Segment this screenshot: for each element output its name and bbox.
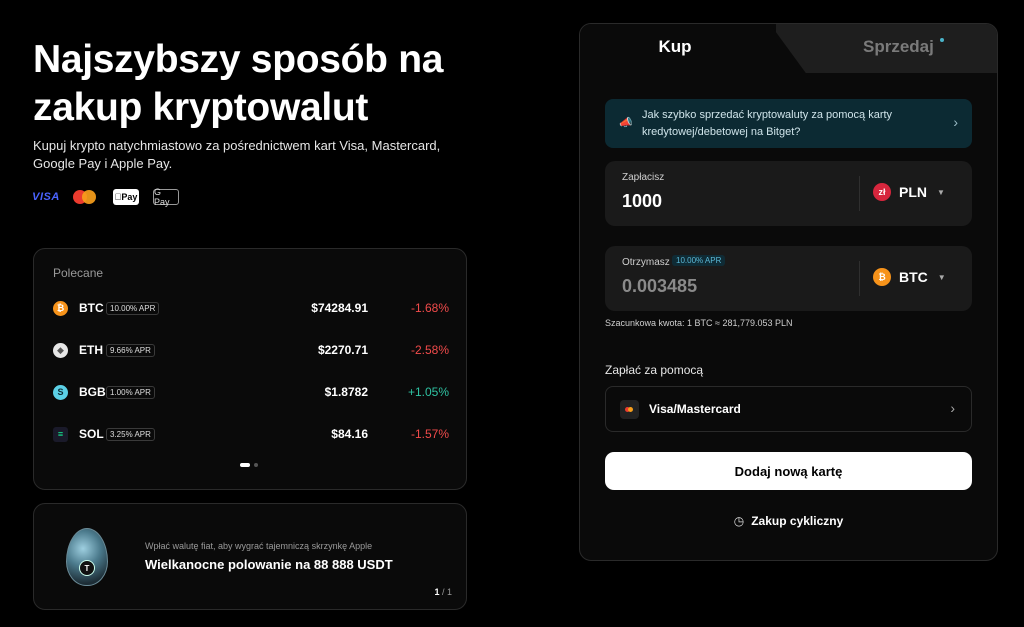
chevron-right-icon: › xyxy=(953,114,958,130)
apr-badge: 3.25% APR xyxy=(106,427,155,441)
coin-symbol: BTC xyxy=(79,301,104,315)
page-title: Najszybszy sposób na zakup kryptowalut xyxy=(33,38,444,129)
megaphone-icon: 📣 xyxy=(619,117,633,129)
tab-buy[interactable]: Kup xyxy=(580,37,770,57)
apr-badge: 10.00% APR xyxy=(106,301,160,315)
coin-row-eth[interactable]: ◆ ETH 9.66% APR $2270.71 -2.58% xyxy=(53,340,449,360)
trade-panel: Kup Sprzedaj 📣 Jak szybko sprzedać krypt… xyxy=(579,23,998,561)
coin-symbol: SOL xyxy=(79,427,104,441)
coin-symbol: BGB xyxy=(79,385,106,399)
currency-name: BTC xyxy=(899,269,928,285)
bitget-logo-icon: T xyxy=(79,560,95,576)
coin-price: $84.16 xyxy=(331,427,368,441)
recurring-buy-link[interactable]: ◷ Zakup cykliczny xyxy=(605,514,972,528)
easter-egg-image xyxy=(66,528,108,586)
promo-pagination: 1 / 1 xyxy=(434,587,452,597)
bitcoin-icon: ₿ xyxy=(873,268,891,286)
receive-currency-select[interactable]: ₿ BTC ▼ xyxy=(873,268,946,286)
payment-method-select[interactable]: Visa/Mastercard › xyxy=(605,386,972,432)
coin-row-sol[interactable]: ≡ SOL 3.25% APR $84.16 -1.57% xyxy=(53,424,449,444)
bitcoin-icon: ₿ xyxy=(53,300,68,316)
caret-down-icon: ▼ xyxy=(937,187,945,197)
pay-currency-select[interactable]: zł PLN ▼ xyxy=(873,183,945,201)
receive-label: Otrzymasz xyxy=(622,257,670,268)
recurring-label: Zakup cykliczny xyxy=(751,514,844,528)
carousel-dot[interactable] xyxy=(240,463,250,467)
promo-card[interactable]: T Wpłać walutę fiat, aby wygrać tajemnic… xyxy=(33,503,467,610)
promo-title: Wielkanocne polowanie na 88 888 USDT xyxy=(145,557,393,572)
apr-badge: 9.66% APR xyxy=(106,343,155,357)
new-indicator-dot xyxy=(940,38,944,42)
payment-method-name: Visa/Mastercard xyxy=(649,402,741,416)
coin-row-bgb[interactable]: S BGB 1.00% APR $1.8782 +1.05% xyxy=(53,382,449,402)
featured-card: Polecane ₿ BTC 10.00% APR $74284.91 -1.6… xyxy=(33,248,467,490)
receive-amount-input[interactable]: 0.003485 xyxy=(622,276,697,297)
promo-subtitle: Wpłać walutę fiat, aby wygrać tajemniczą… xyxy=(145,541,373,551)
coin-change: -2.58% xyxy=(410,343,449,357)
divider xyxy=(859,176,860,211)
caret-down-icon: ▼ xyxy=(937,272,946,282)
rate-estimate: Szacunkowa kwota: 1 BTC ≈ 281,779.053 PL… xyxy=(605,318,793,328)
clock-icon: ◷ xyxy=(733,514,745,528)
apple-pay-logo: Pay xyxy=(113,189,139,205)
coin-change: -1.57% xyxy=(410,427,449,441)
coin-price: $1.8782 xyxy=(324,385,368,399)
apr-tag: 10.00% APR xyxy=(672,255,726,266)
hero-subtitle: Kupuj krypto natychmiastowo za pośrednic… xyxy=(33,138,441,171)
coin-price: $74284.91 xyxy=(311,301,368,315)
pay-amount-box: Zapłacisz 1000 zł PLN ▼ xyxy=(605,161,972,226)
mastercard-icon xyxy=(620,400,639,419)
mastercard-logo xyxy=(73,189,99,205)
google-pay-logo: G Pay xyxy=(153,187,179,207)
chevron-right-icon: › xyxy=(950,400,955,416)
coin-change: -1.68% xyxy=(410,301,449,315)
divider xyxy=(859,261,860,296)
ethereum-icon: ◆ xyxy=(53,342,68,358)
pay-amount-input[interactable]: 1000 xyxy=(622,191,662,212)
pay-with-label: Zapłać za pomocą xyxy=(605,363,704,377)
info-banner[interactable]: 📣 Jak szybko sprzedać kryptowaluty za po… xyxy=(605,99,972,148)
pln-icon: zł xyxy=(873,183,891,201)
tab-sell[interactable]: Sprzedaj xyxy=(863,37,934,57)
bitget-icon: S xyxy=(53,384,68,400)
featured-title: Polecane xyxy=(53,266,104,280)
coin-symbol: ETH xyxy=(79,343,103,357)
solana-icon: ≡ xyxy=(53,426,68,442)
currency-name: PLN xyxy=(899,184,927,200)
coin-change: +1.05% xyxy=(407,385,449,399)
coin-row-btc[interactable]: ₿ BTC 10.00% APR $74284.91 -1.68% xyxy=(53,298,449,318)
payment-logos: VISA Pay G Pay xyxy=(32,187,179,207)
carousel-dot[interactable] xyxy=(254,463,258,467)
add-card-button[interactable]: Dodaj nową kartę xyxy=(605,452,972,490)
receive-amount-box: Otrzymasz 10.00% APR 0.003485 ₿ BTC ▼ xyxy=(605,246,972,311)
pay-label: Zapłacisz xyxy=(622,172,665,183)
coin-price: $2270.71 xyxy=(317,343,368,357)
info-banner-text: Jak szybko sprzedać kryptowaluty za pomo… xyxy=(642,109,893,138)
carousel-dots xyxy=(240,463,258,467)
visa-logo: VISA xyxy=(32,191,60,203)
apr-badge: 1.00% APR xyxy=(106,385,155,399)
